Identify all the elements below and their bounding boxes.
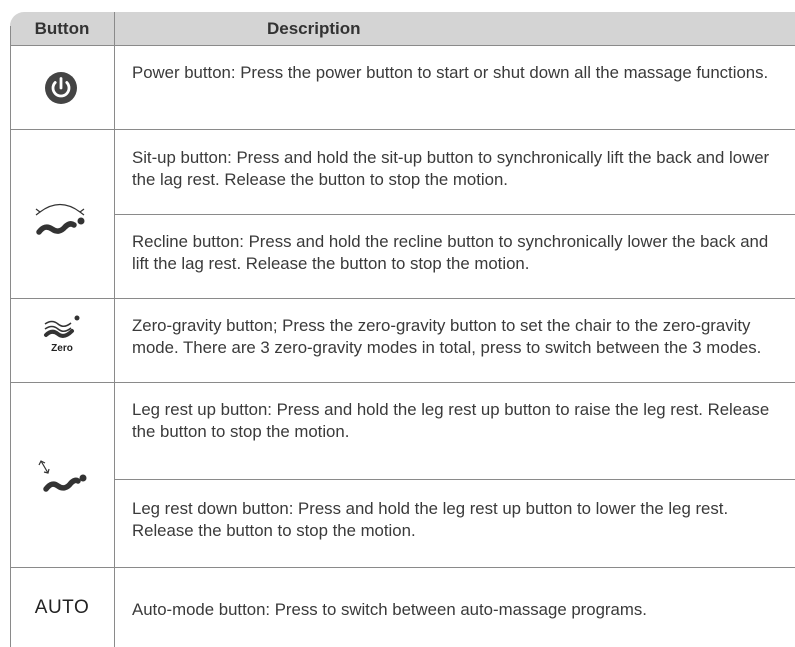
- header-button-label: Button: [34, 19, 90, 38]
- row-description: Auto-mode button: Press to switch betwee…: [132, 600, 647, 619]
- row-divider: [10, 129, 795, 130]
- column-divider: [114, 12, 115, 647]
- button-description-table: Button Description Power button: Press t…: [10, 12, 795, 647]
- row-description: Power button: Press the power button to …: [132, 63, 769, 82]
- sit-up-recline-icon: [35, 203, 85, 235]
- row-description: Leg rest up button: Press and hold the l…: [132, 400, 770, 441]
- row-divider: [10, 298, 795, 299]
- row-divider: [10, 382, 795, 383]
- power-icon: [45, 72, 77, 104]
- table-left-border: [10, 26, 11, 647]
- row-description: Leg rest down button: Press and hold the…: [132, 499, 729, 540]
- row-divider: [10, 45, 795, 46]
- leg-rest-icon: [38, 460, 87, 492]
- row-description: Zero-gravity button; Press the zero-grav…: [132, 316, 762, 357]
- row-divider: [114, 479, 795, 480]
- auto-label: AUTO: [34, 597, 90, 618]
- row-divider: [10, 567, 795, 568]
- zero-gravity-icon-label: Zero: [51, 343, 73, 354]
- row-divider: [114, 214, 795, 215]
- row-description: Recline button: Press and hold the recli…: [132, 232, 769, 273]
- table-header: Button Description: [10, 12, 795, 45]
- header-description-label: Description: [267, 19, 361, 38]
- row-description: Sit-up button: Press and hold the sit-up…: [132, 148, 770, 189]
